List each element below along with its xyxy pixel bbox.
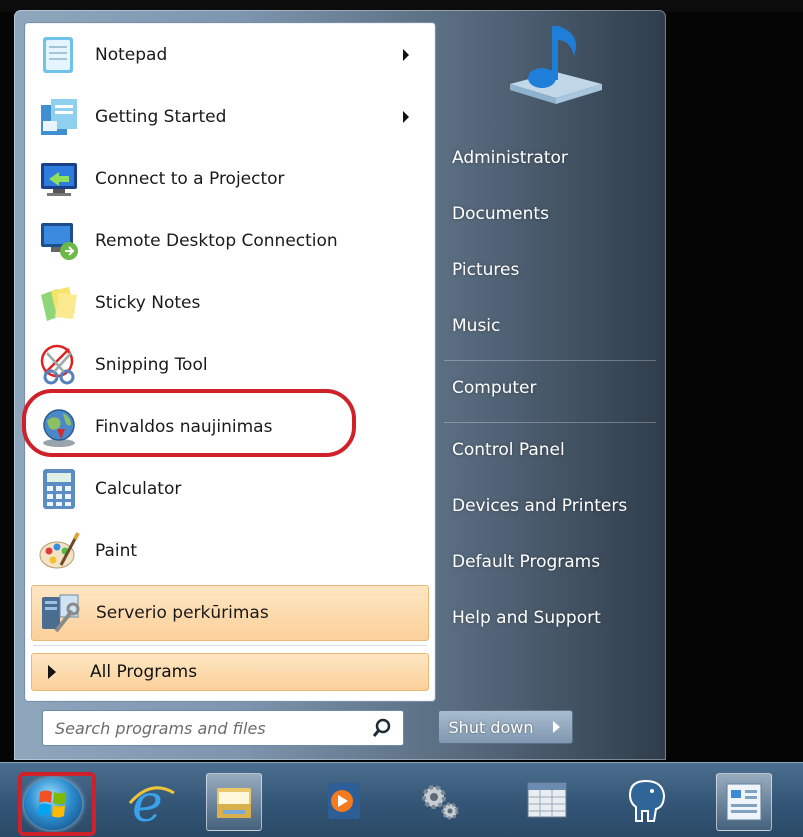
program-label: Getting Started (95, 107, 227, 127)
sticky-notes-icon (37, 281, 81, 325)
spreadsheet-app-icon (520, 782, 574, 833)
projector-icon (37, 157, 81, 201)
program-item-snipping-tool[interactable]: Snipping Tool (31, 337, 427, 393)
control-panel-icon (717, 783, 771, 834)
program-label: Calculator (95, 479, 182, 499)
program-label: Remote Desktop Connection (95, 231, 338, 251)
right-item-control-panel[interactable]: Control Panel (452, 440, 565, 460)
right-item-computer[interactable]: Computer (452, 378, 537, 398)
taskbar-internet-explorer[interactable]: e (124, 773, 178, 834)
expand-arrow-icon (48, 665, 56, 679)
right-item-administrator[interactable]: Administrator (452, 148, 568, 168)
program-item-connect-projector[interactable]: Connect to a Projector (31, 151, 427, 207)
divider (444, 360, 656, 361)
highlight-annotation (22, 389, 356, 457)
program-label: Serverio perkūrimas (96, 603, 269, 623)
program-label: Connect to a Projector (95, 169, 285, 189)
server-tool-icon (38, 591, 82, 635)
taskbar-control-panel[interactable] (716, 773, 772, 831)
taskbar: e (0, 762, 803, 837)
remote-desktop-icon (37, 219, 81, 263)
search-input[interactable]: Search programs and files (42, 710, 404, 746)
all-programs-label: All Programs (90, 662, 198, 682)
program-item-getting-started[interactable]: Getting Started (31, 89, 427, 145)
taskbar-spreadsheet-app[interactable] (520, 773, 574, 829)
svg-text:e: e (132, 774, 163, 829)
postgresql-elephant-icon (620, 779, 674, 833)
program-item-serverio-perkurimas[interactable]: Serverio perkūrimas (31, 585, 429, 641)
program-item-calculator[interactable]: Calculator (31, 461, 427, 517)
all-programs-button[interactable]: All Programs (31, 653, 429, 691)
program-item-paint[interactable]: Paint (31, 523, 427, 579)
file-explorer-icon (207, 788, 261, 834)
user-picture-music-icon[interactable] (504, 20, 608, 124)
snipping-tool-icon (37, 343, 81, 387)
right-item-documents[interactable]: Documents (452, 204, 549, 224)
program-label: Notepad (95, 45, 168, 65)
gears-icon (414, 785, 468, 833)
shut-down-button[interactable]: Shut down (438, 710, 544, 744)
paint-icon (37, 529, 81, 573)
notepad-icon (37, 33, 81, 77)
right-item-default-programs[interactable]: Default Programs (452, 552, 600, 572)
calculator-icon (37, 467, 81, 511)
program-item-notepad[interactable]: Notepad (31, 27, 427, 83)
right-item-help-support[interactable]: Help and Support (452, 608, 601, 628)
program-label: Paint (95, 541, 138, 561)
right-item-pictures[interactable]: Pictures (452, 260, 519, 280)
divider (33, 645, 427, 646)
program-label: Snipping Tool (95, 355, 208, 375)
internet-explorer-icon: e (124, 774, 178, 834)
submenu-arrow-icon[interactable] (403, 49, 409, 61)
program-item-sticky-notes[interactable]: Sticky Notes (31, 275, 427, 331)
shut-down-options-button[interactable] (542, 710, 573, 744)
chevron-right-icon (553, 721, 560, 733)
getting-started-icon (37, 95, 81, 139)
divider (444, 422, 656, 423)
search-placeholder: Search programs and files (55, 718, 266, 738)
start-button-annotation (18, 772, 96, 836)
start-menu: Notepad Getting Started Connect to a Pro… (14, 10, 666, 760)
program-item-remote-desktop[interactable]: Remote Desktop Connection (31, 213, 427, 269)
taskbar-postgresql[interactable] (620, 773, 674, 829)
search-icon[interactable] (371, 717, 393, 739)
right-item-devices-printers[interactable]: Devices and Printers (452, 496, 627, 516)
media-player-icon (318, 783, 372, 833)
taskbar-file-explorer[interactable] (206, 773, 262, 831)
submenu-arrow-icon[interactable] (403, 111, 409, 123)
programs-pane: Notepad Getting Started Connect to a Pro… (24, 22, 436, 702)
right-item-music[interactable]: Music (452, 316, 500, 336)
taskbar-gears[interactable] (414, 773, 468, 829)
taskbar-media-player[interactable] (318, 773, 372, 829)
program-label: Sticky Notes (95, 293, 201, 313)
